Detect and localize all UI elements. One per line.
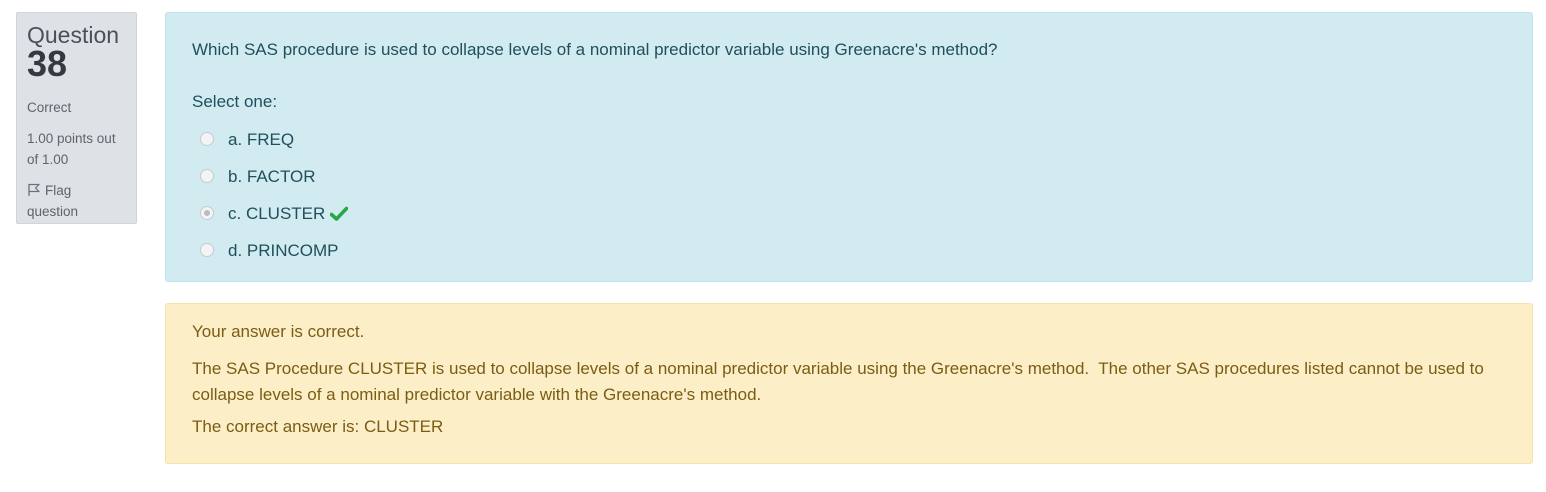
question-grade: 1.00 points out of 1.00 [27,131,116,167]
general-feedback: Your answer is correct. [192,322,365,341]
answer-list: a. FREQ b. FACTOR c. CLUSTER d. PRINCOMP [200,121,349,269]
question-number: 38 [27,43,68,84]
answer-radio-c[interactable] [200,205,214,220]
right-answer: The correct answer is: CLUSTER [192,417,444,436]
question-panel: Which SAS procedure is used to collapse … [165,12,1533,282]
flag-icon [27,182,41,196]
answer-radio-b[interactable] [200,168,214,183]
answer-option-b[interactable]: b. FACTOR [200,158,348,195]
answer-label-b: b. FACTOR [228,166,316,186]
answer-label-d: d. PRINCOMP [228,240,339,260]
question-text: Which SAS procedure is used to collapse … [192,40,998,59]
answer-label-a: a. FREQ [228,129,295,149]
answer-radio-d[interactable] [200,242,214,257]
answer-radio-a[interactable] [200,131,214,146]
answer-option-a[interactable]: a. FREQ [200,121,348,158]
answer-option-d[interactable]: d. PRINCOMP [200,232,348,269]
question-state: Correct [27,100,72,115]
quiz-page: Question 38 Correct 1.00 points out of 1… [0,0,1546,492]
feedback-panel: Your answer is correct. The SAS Procedur… [165,303,1533,464]
answer-label-c: c. CLUSTER [228,203,326,223]
flag-question-link[interactable]: Flag question [27,180,126,222]
answer-option-c[interactable]: c. CLUSTER [200,195,349,232]
specific-feedback: The SAS Procedure CLUSTER is used to col… [192,359,1489,404]
question-info: Question 38 Correct 1.00 points out of 1… [16,12,137,224]
check-icon [329,206,349,222]
answer-prompt: Select one: [192,92,278,111]
